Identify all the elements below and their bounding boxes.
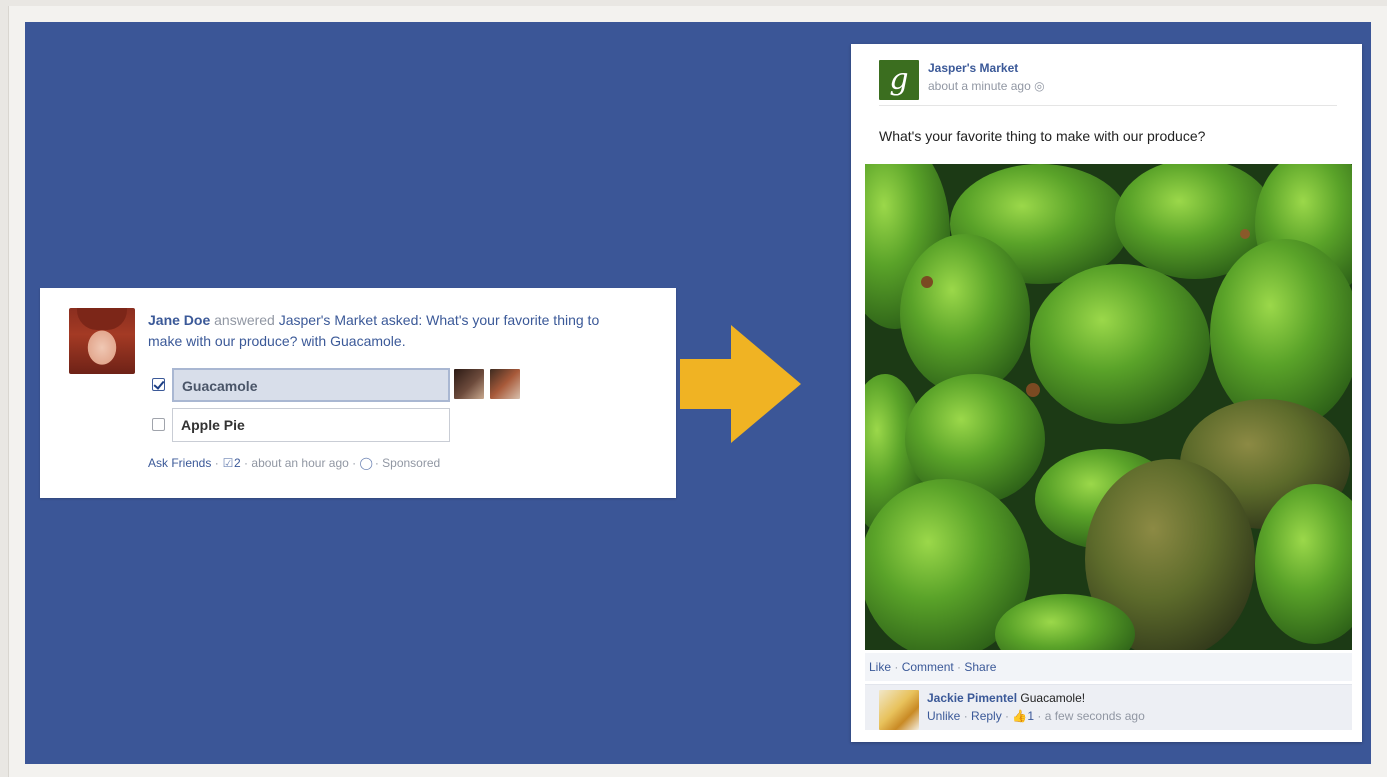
comment-link[interactable]: Comment bbox=[902, 660, 954, 674]
comment-author-link[interactable]: Jackie Pimentel bbox=[927, 691, 1017, 705]
question-post-card: Jane Doe answered Jasper's Market asked:… bbox=[40, 288, 676, 498]
author-link[interactable]: Jane Doe bbox=[148, 312, 210, 328]
right-arrow-icon bbox=[680, 325, 801, 443]
thumbs-up-icon[interactable]: 👍 bbox=[1012, 709, 1027, 723]
like-link[interactable]: Like bbox=[869, 660, 891, 674]
post-time-text[interactable]: about a minute ago bbox=[928, 79, 1031, 93]
separator: · bbox=[371, 456, 383, 470]
ask-friends-link[interactable]: Ask Friends bbox=[148, 456, 211, 470]
page-link[interactable]: Jasper's Market bbox=[279, 312, 377, 328]
avocado-photo[interactable] bbox=[865, 164, 1352, 650]
voter-avatar[interactable] bbox=[454, 369, 484, 399]
comment-actions: Unlike · Reply · 👍1 · a few seconds ago bbox=[927, 709, 1145, 723]
asked-text: asked: bbox=[381, 312, 423, 328]
jane-doe-avatar[interactable] bbox=[69, 308, 135, 374]
comment-time[interactable]: a few seconds ago bbox=[1045, 709, 1145, 723]
globe-icon: ◯ bbox=[359, 456, 373, 470]
reply-link[interactable]: Reply bbox=[971, 709, 1002, 723]
globe-icon: ◎ bbox=[1034, 79, 1045, 93]
comment-text: Guacamole! bbox=[1020, 691, 1086, 705]
vote-count[interactable]: 2 bbox=[234, 456, 241, 470]
sponsored-label: Sponsored bbox=[382, 456, 441, 470]
answer-link[interactable]: Guacamole. bbox=[330, 333, 405, 349]
post-message: What's your favorite thing to make with … bbox=[879, 128, 1206, 144]
poll-check-icon: ☑ bbox=[222, 456, 234, 470]
comment-like-count[interactable]: 1 bbox=[1027, 709, 1034, 723]
post-time[interactable]: about an hour ago bbox=[251, 456, 348, 470]
answered-text: answered bbox=[214, 312, 275, 328]
comment-item: Jackie Pimentel Guacamole! Unlike · Repl… bbox=[865, 684, 1352, 730]
post-actions-bar: Like · Comment · Share bbox=[865, 653, 1352, 681]
share-link[interactable]: Share bbox=[964, 660, 996, 674]
with-text: with bbox=[301, 333, 327, 349]
poll-checkbox[interactable] bbox=[152, 418, 165, 431]
photo-post-card: g Jasper's Market about a minute ago ◎ W… bbox=[851, 44, 1362, 742]
comment-body: Jackie Pimentel Guacamole! bbox=[927, 691, 1085, 705]
voter-avatar[interactable] bbox=[490, 369, 520, 399]
page-name-link[interactable]: Jasper's Market bbox=[928, 61, 1018, 75]
header-divider bbox=[879, 105, 1337, 106]
separator: · bbox=[240, 456, 252, 470]
separator: · bbox=[211, 456, 223, 470]
poll-option-label[interactable]: Apple Pie bbox=[172, 408, 450, 442]
unlike-link[interactable]: Unlike bbox=[927, 709, 960, 723]
question-post-text: Jane Doe answered Jasper's Market asked:… bbox=[148, 310, 618, 352]
separator: · bbox=[348, 456, 360, 470]
post-time: about a minute ago ◎ bbox=[928, 79, 1045, 93]
question-meta: Ask Friends · ☑2 · about an hour ago · ◯… bbox=[148, 456, 440, 470]
poll-option-label[interactable]: Guacamole bbox=[172, 368, 450, 402]
jackie-pimentel-avatar[interactable] bbox=[879, 690, 919, 730]
jaspers-market-logo[interactable]: g bbox=[879, 60, 919, 100]
poll-checkbox-checked[interactable] bbox=[152, 378, 165, 391]
